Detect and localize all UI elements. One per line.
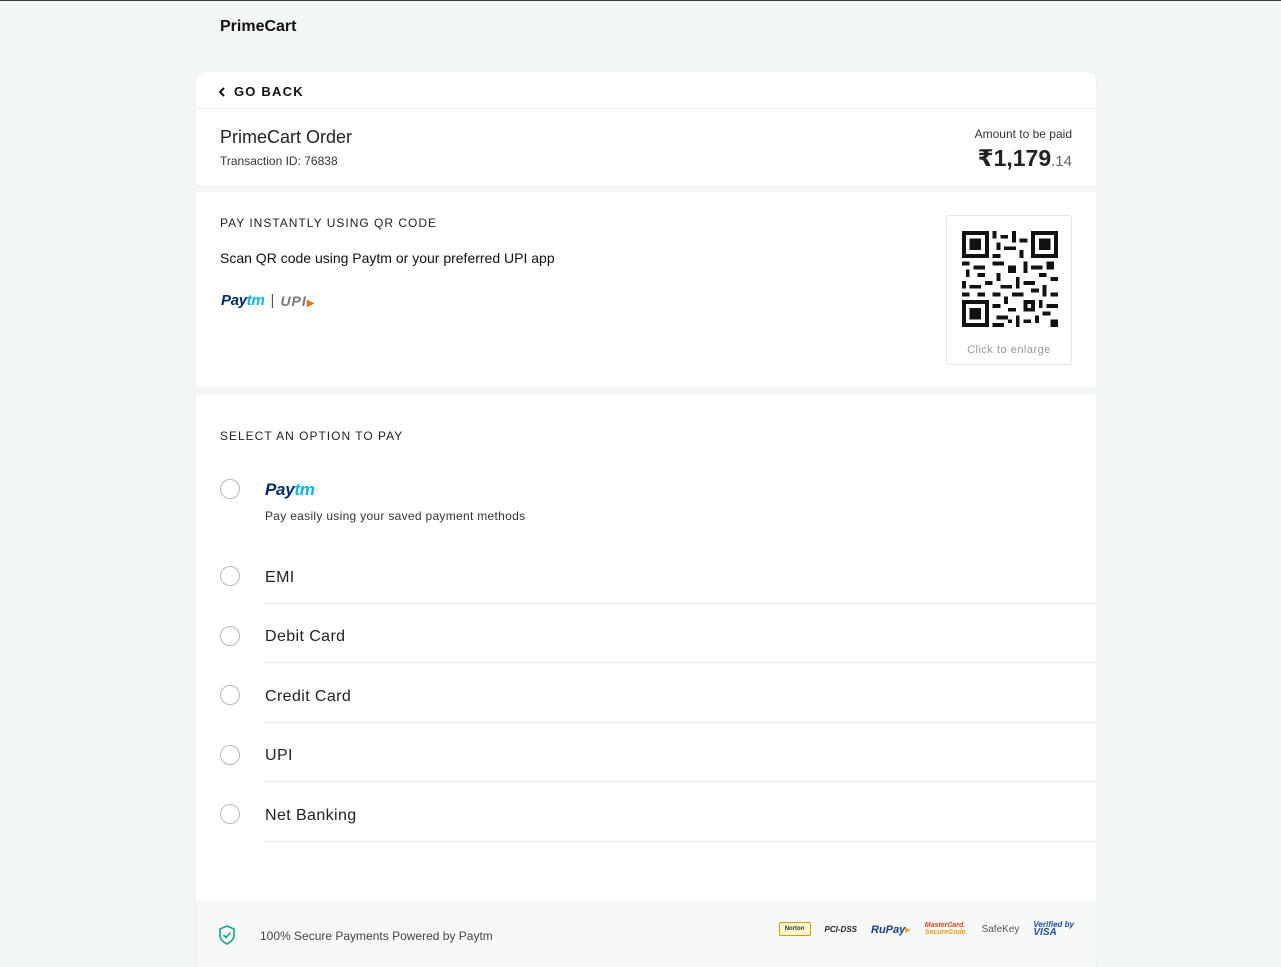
credit-card-radio[interactable] bbox=[220, 685, 240, 705]
upi-radio[interactable] bbox=[220, 745, 240, 765]
pci-dss-badge: PCI-DSS bbox=[824, 924, 857, 934]
qr-code-enlarge[interactable]: Click to enlarge bbox=[946, 215, 1072, 365]
debit-card-radio[interactable] bbox=[220, 626, 240, 646]
qr-section-heading: PAY INSTANTLY USING QR CODE bbox=[220, 216, 438, 230]
paytm-radio[interactable] bbox=[220, 479, 240, 499]
option-divider bbox=[264, 781, 1096, 782]
option-net-banking[interactable]: Net Banking bbox=[265, 807, 357, 825]
divider bbox=[196, 108, 1096, 109]
logo-separator: | bbox=[270, 292, 275, 309]
net-banking-radio[interactable] bbox=[220, 804, 240, 824]
amount-decimal: .14 bbox=[1051, 153, 1072, 170]
order-title: PrimeCart Order bbox=[220, 127, 353, 147]
chevron-left-icon bbox=[218, 86, 225, 97]
option-emi[interactable]: EMI bbox=[265, 569, 295, 587]
option-credit-card[interactable]: Credit Card bbox=[265, 688, 351, 706]
payment-card: GO BACK PrimeCart Order Transaction ID: … bbox=[196, 72, 1096, 967]
go-back-button[interactable]: GO BACK bbox=[218, 84, 304, 99]
emi-radio[interactable] bbox=[220, 566, 240, 586]
qr-code-image bbox=[962, 231, 1058, 327]
option-divider bbox=[264, 662, 1096, 663]
paytm-upi-logos: Paytm | UPI▶ bbox=[221, 292, 315, 309]
norton-badge: Norton bbox=[778, 922, 811, 936]
section-separator bbox=[196, 387, 1096, 394]
brand-title: PrimeCart bbox=[220, 18, 297, 35]
go-back-label: GO BACK bbox=[234, 84, 304, 99]
upi-logo: UPI▶ bbox=[280, 292, 316, 309]
paytm-option-description: Pay easily using your saved payment meth… bbox=[265, 509, 526, 523]
option-divider bbox=[264, 722, 1096, 723]
option-divider bbox=[264, 841, 1096, 842]
option-divider bbox=[264, 603, 1096, 604]
section-separator bbox=[196, 185, 1096, 192]
rupay-badge: RuPay▸ bbox=[871, 923, 911, 936]
secure-footer: 100% Secure Payments Powered by Paytm No… bbox=[196, 899, 1096, 967]
amount-main: ₹1,179 bbox=[977, 145, 1052, 171]
qr-instructions: Scan QR code using Paytm or your preferr… bbox=[220, 250, 555, 266]
secure-payments-text: 100% Secure Payments Powered by Paytm bbox=[260, 929, 493, 943]
option-debit-card[interactable]: Debit Card bbox=[265, 628, 345, 646]
security-badges: Norton PCI-DSS RuPay▸ MasterCard. SecureC… bbox=[765, 920, 1074, 938]
safekey-badge: SafeKey bbox=[981, 923, 1020, 935]
option-upi[interactable]: UPI bbox=[265, 747, 293, 765]
paytm-logo: Paytm bbox=[221, 292, 265, 309]
transaction-id: Transaction ID: 76838 bbox=[220, 154, 338, 168]
amount-label: Amount to be paid bbox=[974, 127, 1072, 141]
payment-options-heading: SELECT AN OPTION TO PAY bbox=[220, 429, 404, 443]
qr-enlarge-caption: Click to enlarge bbox=[967, 344, 1051, 356]
paytm-option-logo[interactable]: Paytm bbox=[265, 480, 315, 500]
shield-check-icon bbox=[219, 925, 235, 945]
verified-by-visa-badge: Verified by VISA bbox=[1033, 920, 1074, 938]
amount-value: ₹1,179.14 bbox=[978, 145, 1072, 172]
mastercard-securecode-badge: MasterCard. SecureCode. bbox=[924, 922, 968, 936]
